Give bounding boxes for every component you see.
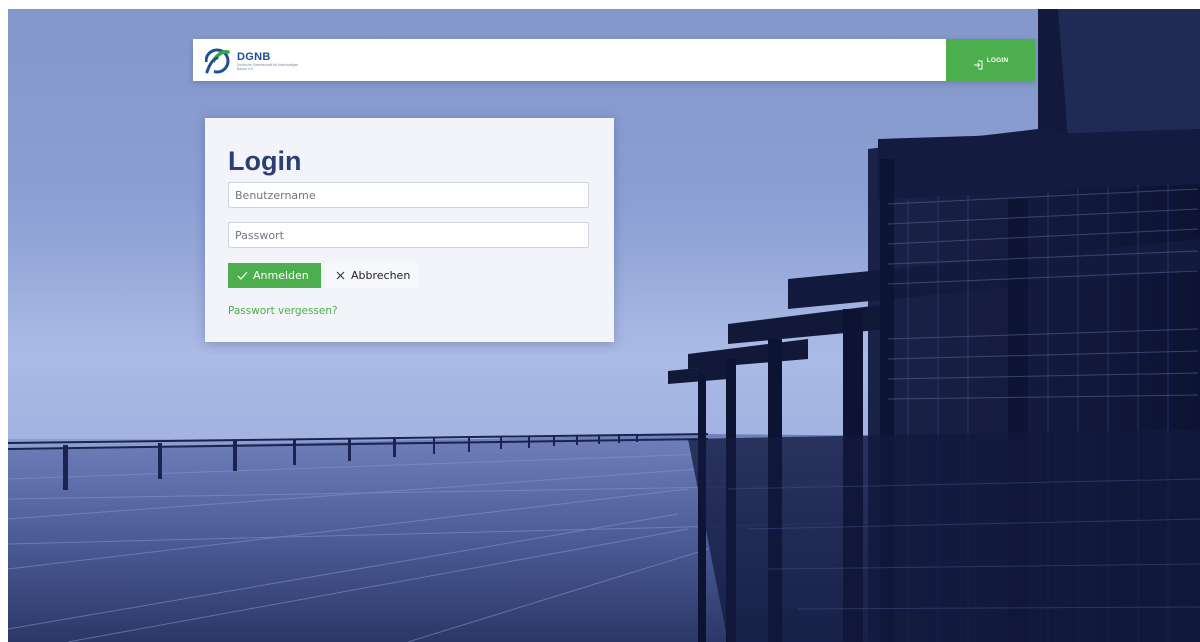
top-header-bar: DGNB Deutsche Gesellschaft für Nachhalti… (193, 39, 1035, 81)
cancel-button[interactable]: Abbrechen (326, 263, 420, 288)
password-input[interactable] (228, 222, 589, 248)
dgnb-logo-icon (204, 48, 231, 74)
logo-wordmark: DGNB (237, 51, 271, 63)
header-login-label: LOGIN (986, 56, 1009, 64)
cancel-label: Abbrechen (351, 269, 411, 282)
username-input[interactable] (228, 182, 589, 208)
header-login-button[interactable]: LOGIN (946, 39, 1035, 81)
submit-login-label: Anmelden (253, 269, 309, 282)
forgot-password-link[interactable]: Passwort vergessen? (228, 305, 338, 317)
login-card: Login Anmelden Abbrechen Passwort verges… (205, 118, 614, 342)
close-icon (335, 270, 346, 281)
submit-login-button[interactable]: Anmelden (228, 263, 321, 288)
logo-subtitle: Deutsche Gesellschaft für Nachhaltiges B… (237, 63, 299, 71)
checkmark-icon (237, 270, 248, 281)
login-title: Login (228, 146, 302, 176)
dgnb-logo[interactable]: DGNB Deutsche Gesellschaft für Nachhalti… (204, 48, 301, 74)
login-enter-icon (973, 55, 983, 70)
